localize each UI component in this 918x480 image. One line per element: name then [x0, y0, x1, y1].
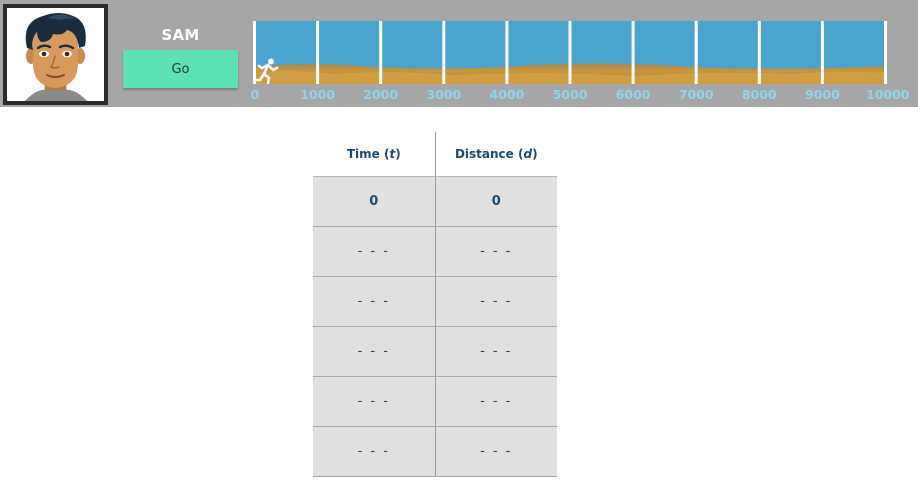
distance-cell: - - -	[435, 426, 557, 477]
distance-cell: - - -	[435, 276, 557, 327]
table-header-row: Time (t) Distance (d)	[313, 132, 557, 177]
time-distance-table: Time (t) Distance (d) 0 0 - - - - - - - …	[313, 132, 557, 477]
track-tick-label: 2000	[363, 87, 399, 102]
table-row: 0 0	[313, 176, 557, 227]
track-marker-line	[505, 21, 509, 84]
distance-column-header: Distance (d)	[435, 132, 557, 177]
track-tick-label: 4000	[489, 87, 525, 102]
runner-name: SAM	[161, 26, 200, 44]
track-tick-label: 0	[250, 87, 260, 102]
distance-cell: 0	[435, 176, 557, 227]
track-marker-line	[568, 21, 572, 84]
track-tick-label: 9000	[804, 87, 840, 102]
track-tick-label: 1000	[300, 87, 335, 102]
distance-cell: - - -	[435, 226, 557, 277]
track-marker-line	[442, 21, 446, 84]
race-track	[253, 21, 887, 84]
table-row: - - - - - -	[313, 326, 557, 377]
track-scale: 0 1000 2000 3000 4000 5000 6000 7000 8000 9000 100…	[0, 87, 918, 103]
track-marker-line	[694, 21, 698, 84]
track-marker-line	[253, 21, 256, 84]
track-marker-line	[379, 21, 383, 84]
track-marker-line	[757, 21, 761, 84]
table-row: - - - - - -	[313, 226, 557, 277]
time-cell: - - -	[313, 226, 436, 277]
distance-cell: - - -	[435, 376, 557, 427]
table-row: - - - - - -	[313, 426, 557, 477]
track-tick-label: 5000	[552, 87, 588, 102]
track-marker-line	[316, 21, 320, 84]
race-track-scene	[253, 21, 887, 84]
track-tick-label: 8000	[741, 87, 777, 102]
table-row: - - - - - -	[313, 276, 557, 327]
track-marker-line	[820, 21, 824, 84]
time-column-header: Time (t)	[313, 132, 436, 177]
track-marker-line	[631, 21, 635, 84]
time-cell: - - -	[313, 376, 436, 427]
table-row: - - - - - -	[313, 376, 557, 427]
track-tick-label: 10000	[866, 87, 910, 102]
time-cell: 0	[313, 176, 436, 227]
track-marker-line	[884, 21, 887, 84]
track-tick-label: 7000	[678, 87, 714, 102]
distance-cell: - - -	[435, 326, 557, 377]
track-tick-label: 6000	[615, 87, 651, 102]
go-button[interactable]: Go	[123, 50, 238, 88]
top-bar: SAM Go 0 1000 2000 3000 4000 5000 6000 7000 8000…	[0, 0, 918, 107]
time-cell: - - -	[313, 326, 436, 377]
track-tick-label: 3000	[426, 87, 462, 102]
time-cell: - - -	[313, 276, 436, 327]
time-cell: - - -	[313, 426, 436, 477]
